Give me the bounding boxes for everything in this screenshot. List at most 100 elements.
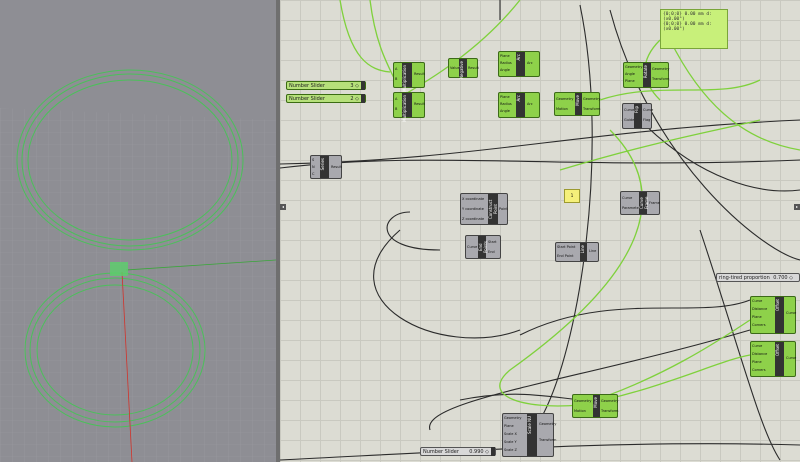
pin-out[interactable]: Result	[414, 72, 425, 76]
arc-component[interactable]: Plane Radius Angle Arc Arc	[498, 51, 540, 77]
pin-in[interactable]: Curve	[467, 245, 477, 249]
pin-out[interactable]: Start	[488, 240, 497, 244]
pin-out[interactable]: Point	[499, 207, 508, 211]
pin-in[interactable]: Radius	[500, 61, 512, 65]
multiplication-component[interactable]: A B Multiplication Result	[393, 92, 425, 122]
pin-in[interactable]: X coordinate	[462, 197, 484, 201]
pin-in[interactable]: Z coordinate	[462, 217, 484, 221]
pin-in[interactable]: S	[312, 158, 314, 162]
pin-in[interactable]: B	[395, 77, 397, 81]
pin-out[interactable]: Result	[331, 165, 342, 169]
pin-in[interactable]: End Point	[557, 254, 573, 258]
pin-out[interactable]: Frame	[649, 201, 660, 205]
offset-component[interactable]: Curve Distance Plane Corners Offset Curv…	[750, 296, 796, 334]
series-component[interactable]: S N C Series Result	[310, 155, 342, 179]
pin-in[interactable]: Motion	[556, 107, 568, 111]
pin-in[interactable]: Curve	[752, 299, 762, 303]
pin-in[interactable]: Scale Z	[504, 448, 517, 452]
multiplication-component[interactable]: A B Multiplication Result	[393, 62, 425, 92]
pin-in[interactable]: Scale Y	[504, 440, 517, 444]
number-panel[interactable]: 1	[564, 189, 580, 203]
pin-in[interactable]: Corners	[752, 323, 766, 327]
offset-component[interactable]: Curve Distance Plane Corners Offset Curv…	[750, 341, 796, 377]
slider-spacing[interactable]: Number Slider 2 ◇	[286, 94, 366, 103]
arc-component[interactable]: Plane Radius Angle Arc Arc	[498, 92, 540, 118]
pin-in[interactable]: Radius	[500, 102, 512, 106]
pin-in[interactable]: Corners	[752, 368, 766, 372]
pin-in[interactable]: Plane	[500, 54, 510, 58]
slider-count[interactable]: Number Slider 3 ◇	[286, 81, 366, 90]
move-component[interactable]: Geometry Motion Move Geometry Transform	[572, 394, 618, 418]
pin-out[interactable]: Flag	[643, 118, 650, 122]
pin-in[interactable]: Curve	[752, 344, 762, 348]
pin-in[interactable]: Plane	[752, 360, 762, 364]
pin-in[interactable]: Plane	[752, 315, 762, 319]
readout-panel[interactable]: {0;0;0} 0.00 mm d:(x0.00°) {0;0;0} 0.00 …	[660, 9, 728, 49]
pin-in[interactable]: Motion	[574, 409, 586, 413]
pin-in[interactable]: C	[312, 172, 314, 176]
construct-point-component[interactable]: X coordinate Y coordinate Z coordinate C…	[460, 193, 508, 225]
pin-in[interactable]: Plane	[625, 79, 635, 83]
component-title: Curve Frame	[639, 192, 649, 214]
pin-in[interactable]: A	[395, 67, 397, 71]
pin-out[interactable]: Arc	[527, 102, 533, 106]
pin-in[interactable]: Parameter	[622, 206, 640, 210]
pin-in[interactable]: Curve	[624, 108, 634, 112]
pin-out[interactable]: Arc	[527, 61, 533, 65]
pin-out[interactable]: Geometry	[539, 422, 556, 426]
rhino-viewport[interactable]	[0, 0, 276, 462]
pin-out[interactable]: Line	[589, 249, 596, 253]
scale-nu-component[interactable]: Geometry Plane Scale X Scale Y Scale Z S…	[502, 413, 556, 457]
component-title: Offset	[775, 297, 784, 333]
pin-out[interactable]: Transform	[601, 409, 618, 413]
pin-in[interactable]: Geometry	[556, 97, 573, 101]
pin-out[interactable]: End	[488, 250, 495, 254]
pin-out[interactable]: Transform	[583, 107, 600, 111]
pin-in[interactable]: Angle	[500, 68, 510, 72]
pin-out[interactable]: Result	[414, 102, 425, 106]
pin-out[interactable]: Transform	[652, 77, 669, 81]
pin-in[interactable]: Angle	[625, 72, 635, 76]
slider-ring-proportion[interactable]: ring-tired proportion 0.700 ◇	[716, 273, 800, 282]
pin-in[interactable]: Start Point	[557, 245, 575, 249]
canvas-edge-tab-right[interactable]: ▸	[794, 204, 800, 210]
move-component[interactable]: Geometry Motion Move Geometry Transform	[554, 92, 600, 116]
pin-out[interactable]: Transform	[539, 438, 556, 442]
component-title: Series	[320, 156, 329, 178]
pin-out[interactable]: Geometry	[652, 67, 669, 71]
pin-in[interactable]: Angle	[500, 109, 510, 113]
pin-in[interactable]: Geometry	[574, 399, 591, 403]
slider-scale[interactable]: Number Slider 0.990 ◇	[420, 447, 496, 456]
curve-frame-component[interactable]: Curve Parameter Curve Frame Frame	[620, 191, 660, 215]
pin-out[interactable]: Curve	[786, 356, 796, 360]
negative-component[interactable]: Value Negative Result	[448, 58, 479, 79]
grasshopper-canvas[interactable]: {0;0;0} 0.00 mm d:(x0.00°) {0;0;0} 0.00 …	[280, 0, 800, 462]
pin-out[interactable]: Curve	[786, 311, 796, 315]
pin-in[interactable]: Plane	[500, 95, 510, 99]
pin-in[interactable]: Scale X	[504, 432, 517, 436]
pin-out[interactable]: Curve	[643, 108, 653, 112]
pin-in[interactable]: Distance	[752, 307, 767, 311]
pin-in[interactable]: Y coordinate	[462, 207, 484, 211]
pin-in[interactable]: B	[395, 107, 397, 111]
slider-value: 0.700 ◇	[773, 275, 793, 281]
rotate-component[interactable]: Geometry Angle Plane Rotate Geometry Tra…	[623, 62, 669, 88]
slider-knob[interactable]	[491, 447, 495, 456]
pin-out[interactable]: Geometry	[601, 399, 618, 403]
pin-in[interactable]: Plane	[504, 424, 514, 428]
pin-in[interactable]: Distance	[752, 352, 767, 356]
slider-knob[interactable]	[361, 94, 365, 103]
pin-in[interactable]: N	[312, 165, 315, 169]
pin-in[interactable]: Geometry	[625, 65, 642, 69]
line-component[interactable]: Start Point End Point Line Line	[555, 242, 599, 262]
end-points-component[interactable]: Curve End Points Start End	[465, 235, 501, 259]
pin-in[interactable]: Curve	[622, 196, 632, 200]
canvas-edge-tab-left[interactable]: ◂	[280, 204, 286, 210]
pin-in[interactable]: Guide	[624, 118, 634, 122]
slider-knob[interactable]	[361, 81, 365, 90]
pin-out[interactable]: Geometry	[583, 97, 600, 101]
pin-in[interactable]: A	[395, 97, 397, 101]
pin-in[interactable]: Geometry	[504, 416, 521, 420]
pin-out[interactable]: Result	[468, 66, 479, 70]
flip-component[interactable]: Curve Guide Flip Curve Flag	[622, 103, 653, 129]
